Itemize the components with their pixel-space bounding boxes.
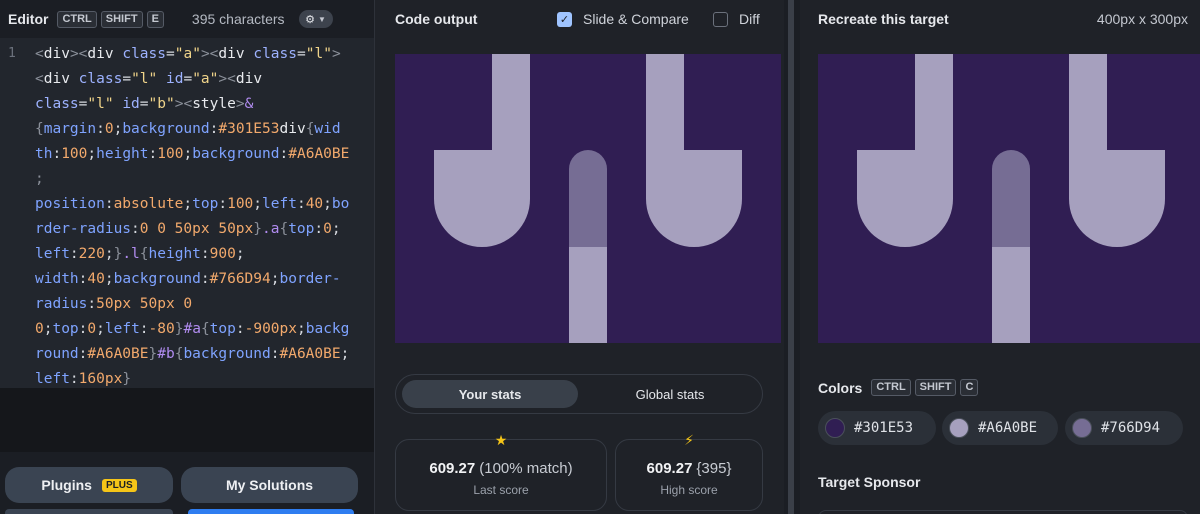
stem-left	[491, 54, 531, 170]
my-solutions-button[interactable]: My Solutions	[181, 467, 358, 503]
slide-compare-option[interactable]: ✓ Slide & Compare	[557, 11, 689, 27]
color-swatch-3	[1072, 418, 1092, 438]
plugins-button[interactable]: Plugins PLUS	[5, 467, 173, 503]
last-score-value: 609.27	[429, 460, 476, 477]
color-chip-3[interactable]: #766D94	[1065, 411, 1183, 445]
code-editor[interactable]: 1 <div><div class="a"><div class="l"> <d…	[0, 38, 374, 388]
high-score-value-row: 609.27 {395}	[616, 460, 762, 477]
shortcut-key-shift: SHIFT	[914, 379, 957, 396]
stem-right	[645, 54, 685, 170]
target-canvas	[818, 54, 1200, 343]
sponsor-box	[818, 510, 1188, 514]
color-swatch-2	[949, 418, 969, 438]
panel-splitter[interactable]	[784, 0, 800, 514]
editor-footer-area	[0, 388, 374, 452]
last-score-card: ★ 609.27 (100% match) Last score	[395, 432, 607, 511]
diff-label: Diff	[739, 11, 760, 27]
diff-checkbox[interactable]	[713, 11, 728, 27]
output-canvas[interactable]	[395, 54, 781, 343]
stem-left	[914, 54, 954, 170]
tab-global-stats[interactable]: Global stats	[584, 380, 756, 408]
high-score-value: 609.27	[646, 460, 693, 477]
splitter-handle[interactable]	[788, 0, 794, 514]
stats-toggle: Your stats Global stats	[395, 374, 763, 414]
high-score-label: High score	[660, 483, 718, 497]
slide-compare-label: Slide & Compare	[583, 11, 689, 27]
gear-icon: ⚙	[305, 13, 315, 26]
output-panel: Code output ✓ Slide & Compare Diff Your …	[374, 0, 784, 514]
plugins-label: Plugins	[41, 477, 92, 493]
editor-header: Editor CTRL SHIFT E 395 characters ⚙ ▼	[0, 0, 374, 38]
code-text[interactable]: <div><div class="a"><div class="l"> <div…	[35, 42, 369, 392]
colors-title: Colors	[818, 379, 863, 396]
editor-title: Editor	[8, 11, 49, 27]
tab-your-stats[interactable]: Your stats	[402, 380, 578, 408]
output-title: Code output	[395, 11, 478, 27]
color-swatch-1	[825, 418, 845, 438]
pill-center-light	[991, 246, 1031, 343]
pill-center-light	[568, 246, 608, 343]
color-label-2: #A6A0BE	[978, 420, 1038, 436]
sponsor-title: Target Sponsor	[818, 474, 921, 490]
editor-panel: Editor CTRL SHIFT E 395 characters ⚙ ▼ 1 …	[0, 0, 374, 514]
high-score-card: ⚡ 609.27 {395} High score	[615, 432, 763, 511]
plus-badge: PLUS	[101, 478, 137, 492]
my-solutions-label: My Solutions	[225, 477, 314, 493]
shortcut-key-ctrl: CTRL	[57, 10, 97, 28]
star-icon: ★	[494, 432, 508, 448]
last-score-label: Last score	[473, 483, 529, 497]
line-number: 1	[8, 46, 16, 61]
diff-option[interactable]: Diff	[713, 11, 760, 27]
shortcut-key-shift: SHIFT	[100, 10, 143, 28]
stem-right	[1068, 54, 1108, 170]
shortcut-key-c: C	[960, 379, 979, 396]
shortcut-key-e: E	[146, 10, 164, 28]
settings-button[interactable]: ⚙ ▼	[298, 10, 333, 28]
target-title: Recreate this target	[818, 11, 949, 27]
color-label-3: #766D94	[1101, 420, 1161, 436]
lightning-icon: ⚡	[684, 432, 694, 448]
character-count: 395 characters	[191, 11, 285, 27]
bottom-button-right[interactable]	[188, 509, 354, 514]
bottom-button-left[interactable]	[5, 509, 173, 514]
color-label-1: #301E53	[854, 420, 914, 436]
color-chip-2[interactable]: #A6A0BE	[942, 411, 1058, 445]
colors-header: Colors CTRL SHIFT C	[818, 379, 979, 396]
shortcut-key-ctrl: CTRL	[871, 379, 911, 396]
last-score-value-row: 609.27 (100% match)	[396, 460, 606, 477]
chevron-down-icon: ▼	[317, 14, 326, 24]
target-dimensions: 400px x 300px	[1096, 11, 1188, 27]
last-score-detail: (100% match)	[479, 460, 573, 477]
high-score-detail: {395}	[696, 460, 732, 477]
check-icon: ✓	[559, 13, 570, 26]
slide-compare-checkbox[interactable]: ✓	[557, 11, 572, 27]
color-chip-1[interactable]: #301E53	[818, 411, 936, 445]
